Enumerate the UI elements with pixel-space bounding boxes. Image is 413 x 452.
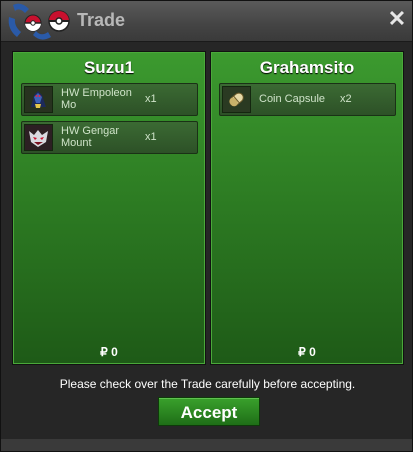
window-title: Trade xyxy=(77,10,126,30)
trade-window: Trade ✕ Suzu1 HW Empoleon Mo x1 HW Genga… xyxy=(0,0,413,452)
gengar-mount-icon xyxy=(24,124,53,151)
item-name: Coin Capsule xyxy=(259,93,326,105)
trade-notice: Please check over the Trade carefully be… xyxy=(59,377,356,391)
money-amount-right: ₽ 0 xyxy=(298,345,316,359)
left-trade-panel: Suzu1 HW Empoleon Mo x1 HW Gengar Mount … xyxy=(12,51,206,365)
trade-item[interactable]: HW Empoleon Mo x1 xyxy=(21,83,198,116)
player-name-left: Suzu1 xyxy=(83,58,135,77)
trade-item[interactable]: Coin Capsule x2 xyxy=(219,83,396,116)
right-trade-panel: Grahamsito Coin Capsule x2 ₽ 0 xyxy=(210,51,404,365)
coin-capsule-icon xyxy=(222,86,251,113)
empoleon-mount-icon xyxy=(24,86,53,113)
item-name: HW Gengar Mount xyxy=(61,125,120,149)
pokeball-logo-icon xyxy=(8,3,70,40)
accept-button[interactable]: Accept xyxy=(158,397,260,426)
item-quantity: x2 xyxy=(340,93,352,105)
title-bar[interactable]: Trade ✕ xyxy=(1,1,412,42)
close-icon[interactable]: ✕ xyxy=(386,8,408,30)
player-name-right: Grahamsito xyxy=(259,58,355,77)
item-name: HW Empoleon Mo xyxy=(61,87,132,111)
trade-item[interactable]: HW Gengar Mount x1 xyxy=(21,121,198,154)
money-amount-left: ₽ 0 xyxy=(100,345,118,359)
item-quantity: x1 xyxy=(145,131,157,143)
item-quantity: x1 xyxy=(145,93,157,105)
window-bottom-edge xyxy=(1,439,412,451)
